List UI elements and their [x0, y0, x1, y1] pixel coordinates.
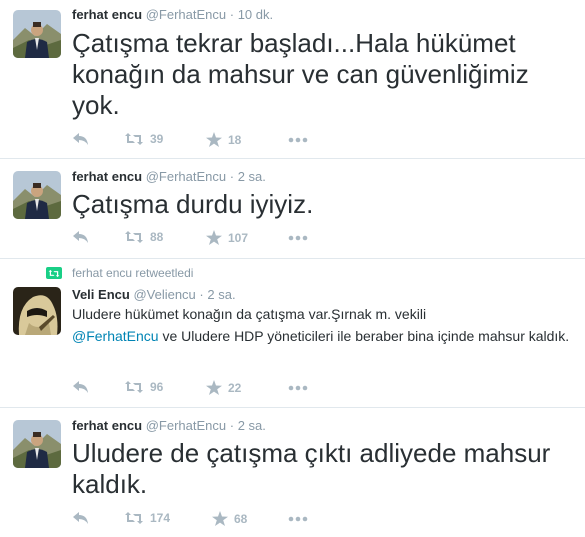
avatar-image — [13, 10, 61, 58]
tweet-text-part: Uludere hükümet konağın da çatışma var.Ş… — [72, 306, 427, 322]
tweet-header: ferhat encu @FerhatEncu · 2 sa. — [72, 418, 266, 433]
retweet-count: 39 — [150, 132, 164, 146]
retweeted-badge-icon — [46, 267, 62, 279]
more-button[interactable] — [288, 235, 308, 241]
avatar-veli-encu[interactable] — [13, 287, 61, 335]
favorite-button[interactable]: 18 — [206, 132, 241, 147]
tweet-text: Çatışma durdu iyiyiz. — [72, 189, 314, 219]
favorite-button[interactable]: 22 — [206, 380, 241, 395]
avatar-image — [13, 171, 61, 219]
more-icon — [288, 516, 308, 522]
tweet-2[interactable]: ferhat encu @FerhatEncu · 2 sa. Çatışma … — [0, 159, 585, 258]
author-handle[interactable]: @Veliencu — [133, 287, 195, 302]
favorite-button[interactable]: 107 — [206, 230, 248, 245]
timestamp[interactable]: 2 sa. — [238, 169, 266, 184]
tweet-1[interactable]: ferhat encu @FerhatEncu · 10 dk. Çatışma… — [0, 0, 585, 158]
reply-icon — [73, 512, 88, 524]
tweet-text: Çatışma tekrar başladı...Hala hükümet ko… — [72, 28, 529, 120]
author-handle[interactable]: @FerhatEncu — [146, 169, 226, 184]
retweet-button[interactable]: 39 — [124, 132, 163, 146]
more-icon — [288, 137, 308, 143]
tweet-header: ferhat encu @FerhatEncu · 10 dk. — [72, 7, 273, 22]
tweet-header: Veli Encu @Veliencu · 2 sa. — [72, 287, 236, 302]
author-name[interactable]: Veli Encu — [72, 287, 130, 302]
retweet-context[interactable]: ferhat encu retweetledi — [72, 266, 193, 280]
tweet-actions: 96 22 — [72, 380, 372, 398]
more-button[interactable] — [288, 137, 308, 143]
favorite-count: 18 — [228, 132, 242, 147]
more-icon — [288, 235, 308, 241]
favorite-count: 22 — [228, 380, 242, 395]
retweet-count: 174 — [150, 511, 171, 525]
retweet-icon — [125, 133, 143, 145]
tweet-header: ferhat encu @FerhatEncu · 2 sa. — [72, 169, 266, 184]
tweet-4[interactable]: ferhat encu @FerhatEncu · 2 sa. Uludere … — [0, 408, 585, 537]
author-handle[interactable]: @FerhatEncu — [146, 418, 226, 433]
timestamp[interactable]: 2 sa. — [207, 287, 235, 302]
tweet-actions: 39 18 — [72, 132, 372, 150]
tweet-text: Uludere hükümet konağın da çatışma var.Ş… — [72, 303, 572, 347]
separator-dot: · — [229, 418, 235, 433]
retweet-count: 88 — [150, 230, 164, 244]
author-handle[interactable]: @FerhatEncu — [146, 7, 226, 22]
reply-button[interactable] — [72, 230, 90, 244]
more-icon — [288, 385, 308, 391]
avatar-ferhat-encu[interactable] — [13, 171, 61, 219]
avatar-ferhat-encu[interactable] — [13, 420, 61, 468]
retweet-button[interactable]: 174 — [124, 511, 170, 525]
retweet-button[interactable]: 88 — [124, 230, 163, 244]
tweet-actions: 88 107 — [72, 230, 372, 248]
retweet-count: 96 — [150, 380, 164, 394]
author-name[interactable]: ferhat encu — [72, 169, 142, 184]
retweet-icon — [125, 381, 143, 393]
star-icon — [206, 380, 222, 395]
tweet-3-retweet[interactable]: ferhat encu retweetledi Veli Encu @Velie… — [0, 259, 585, 407]
reply-icon — [73, 381, 88, 393]
separator-dot: · — [229, 169, 235, 184]
author-name[interactable]: ferhat encu — [72, 7, 142, 22]
retweet-icon — [125, 231, 143, 243]
tweet-text-part: ve Uludere HDP yöneticileri ile beraber … — [158, 328, 570, 344]
more-button[interactable] — [288, 385, 308, 391]
retweet-button[interactable]: 96 — [124, 380, 163, 394]
timestamp[interactable]: 10 dk. — [238, 7, 273, 22]
favorite-count: 68 — [234, 511, 248, 526]
reply-icon — [73, 231, 88, 243]
star-icon — [212, 511, 228, 526]
more-button[interactable] — [288, 516, 308, 522]
reply-button[interactable] — [72, 511, 90, 525]
reply-button[interactable] — [72, 380, 90, 394]
tweet-text: Uludere de çatışma çıktı adliyede mahsur… — [72, 438, 551, 499]
separator-dot: · — [229, 7, 235, 22]
star-icon — [206, 230, 222, 245]
star-icon — [206, 132, 222, 147]
avatar-image — [13, 420, 61, 468]
author-name[interactable]: ferhat encu — [72, 418, 142, 433]
mention-link[interactable]: @FerhatEncu — [72, 328, 159, 344]
retweet-icon — [125, 512, 143, 524]
reply-icon — [73, 133, 88, 145]
avatar-image — [13, 287, 61, 335]
reply-button[interactable] — [72, 132, 90, 146]
timestamp[interactable]: 2 sa. — [238, 418, 266, 433]
favorite-count: 107 — [228, 230, 249, 245]
separator-dot: · — [199, 287, 204, 302]
tweet-actions: 174 68 — [72, 511, 372, 529]
avatar-ferhat-encu[interactable] — [13, 10, 61, 58]
favorite-button[interactable]: 68 — [212, 511, 247, 526]
